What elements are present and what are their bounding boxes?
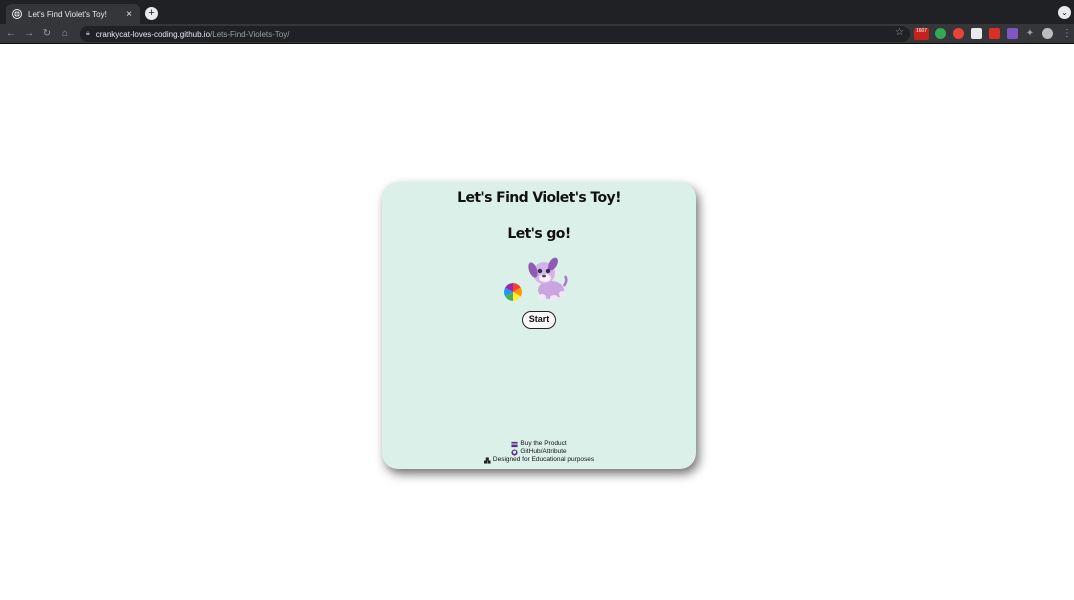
browser-tab-bar: Let's Find Violet's Toy! × + ⌄	[0, 0, 1074, 24]
reload-icon[interactable]: ↻	[40, 27, 54, 41]
extension-square-icon[interactable]	[971, 28, 982, 39]
profile-avatar-icon[interactable]	[1042, 28, 1053, 39]
lock-icon: 🔒︎	[86, 30, 90, 37]
browser-toolbar: ← → ↻ ⌂ 🔒︎ crankycat-loves-coding.github…	[0, 24, 1074, 44]
address-bar[interactable]: 🔒︎ crankycat-loves-coding.github.io /Let…	[80, 26, 910, 42]
designed-label: Designed for Educational purposes	[492, 456, 595, 463]
game-title: Let's Find Violet's Toy!	[457, 190, 621, 206]
url-host: crankycat-loves-coding.github.io	[95, 29, 211, 39]
store-icon	[511, 441, 518, 447]
violet-puppy-icon	[528, 257, 568, 301]
blocks-icon	[483, 456, 491, 464]
buy-product-label: Buy the Product	[520, 440, 567, 447]
extensions-puzzle-icon[interactable]: ✦	[1023, 27, 1037, 41]
tab-favicon-icon	[12, 9, 22, 19]
github-link[interactable]: GitHub/Attribute	[382, 448, 696, 456]
github-label: GitHub/Attribute	[520, 448, 567, 455]
github-icon	[511, 448, 518, 456]
designed-note: Designed for Educational purposes	[382, 456, 696, 464]
extension-red-icon[interactable]	[953, 28, 964, 39]
extension-s-icon[interactable]	[989, 28, 1000, 39]
url-path: /Lets-Find-Violets-Toy/	[210, 29, 290, 39]
extension-purple-icon[interactable]	[1007, 28, 1018, 39]
tab-search-icon[interactable]: ⌄	[1058, 6, 1071, 19]
tab-close-icon[interactable]: ×	[124, 9, 134, 20]
new-tab-button[interactable]: +	[145, 7, 158, 20]
bookmark-star-icon[interactable]: ☆	[895, 27, 904, 38]
browser-tab[interactable]: Let's Find Violet's Toy! ×	[6, 4, 140, 24]
toy-ball-icon[interactable]	[504, 283, 522, 301]
start-button[interactable]: Start	[522, 311, 556, 329]
browser-menu-icon[interactable]: ⋮	[1060, 27, 1074, 41]
card-footer: Buy the Product GitHub/Attribute Designe…	[382, 440, 696, 464]
forward-icon[interactable]: →	[22, 27, 36, 41]
back-icon[interactable]: ←	[4, 27, 18, 41]
buy-product-link[interactable]: Buy the Product	[382, 440, 696, 448]
home-icon[interactable]: ⌂	[58, 27, 72, 41]
extension-badge-icon[interactable]: 1607	[914, 28, 929, 40]
page-viewport: Let's Find Violet's Toy! Let's go! Start	[0, 45, 1074, 600]
game-card: Let's Find Violet's Toy! Let's go! Start	[382, 182, 696, 469]
extension-shield-icon[interactable]	[935, 28, 946, 39]
tab-title: Let's Find Violet's Toy!	[28, 9, 107, 19]
game-status: Let's go!	[507, 226, 571, 242]
